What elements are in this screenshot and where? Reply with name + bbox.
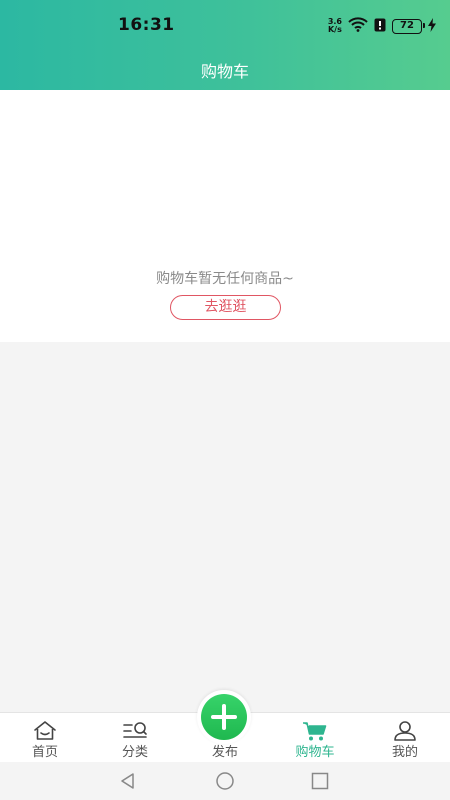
tab-cart-label: 购物车 [295, 745, 335, 760]
battery-indicator: 72 [392, 18, 425, 34]
net-speed-unit: K/s [327, 25, 342, 34]
status-time: 16:31 [118, 15, 175, 35]
publish-button[interactable] [197, 690, 251, 744]
home-nav-icon[interactable] [215, 771, 235, 795]
alert-icon [374, 17, 386, 36]
back-nav-icon[interactable] [118, 771, 138, 795]
charging-icon [428, 17, 436, 36]
plus-icon [201, 694, 247, 744]
tab-category[interactable]: 分类 [90, 713, 180, 763]
home-icon [30, 720, 60, 742]
tab-category-label: 分类 [121, 745, 148, 760]
net-speed: 3.6 K/s [328, 18, 342, 34]
cart-icon [300, 720, 330, 742]
app-header: 16:31 3.6 K/s 72 购物车 [0, 0, 450, 90]
tab-publish-label[interactable]: 发布 [180, 741, 270, 760]
page-title: 购物车 [200, 62, 249, 81]
tab-mine-label: 我的 [391, 745, 418, 760]
tab-cart[interactable]: 购物车 [270, 713, 360, 763]
tab-mine[interactable]: 我的 [360, 713, 450, 763]
status-indicators: 3.6 K/s 72 [328, 16, 436, 36]
user-icon [390, 720, 420, 742]
go-shopping-button[interactable]: 去逛逛 [170, 295, 281, 320]
publish-button-inner [201, 694, 247, 740]
wifi-icon [348, 16, 368, 36]
tab-home-label: 首页 [31, 745, 58, 760]
empty-cart-panel: 购物车暂无任何商品~ 去逛逛 [0, 90, 450, 342]
tab-home[interactable]: 首页 [0, 713, 90, 763]
category-icon [120, 720, 150, 742]
empty-cart-message: 购物车暂无任何商品~ [156, 271, 294, 287]
recents-nav-icon[interactable] [311, 772, 329, 794]
system-nav-bar [0, 762, 450, 800]
status-bar: 16:31 3.6 K/s 72 [0, 0, 450, 52]
